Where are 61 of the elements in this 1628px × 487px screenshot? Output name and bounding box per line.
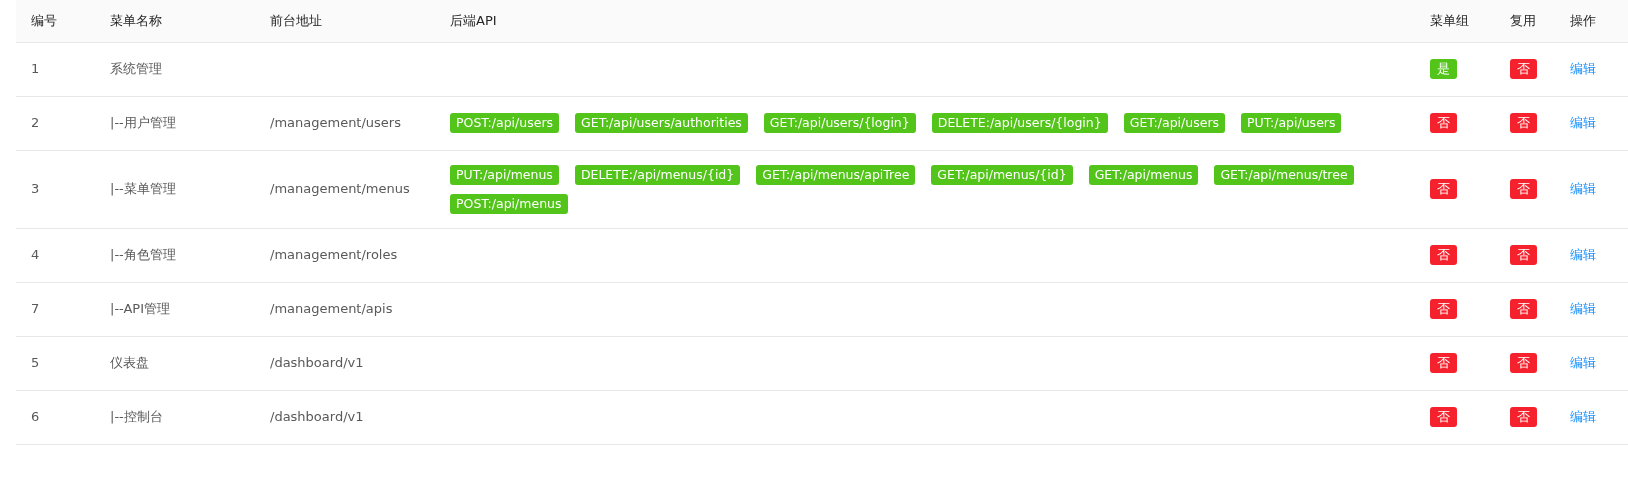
menu-name: |--API管理 <box>110 301 171 317</box>
column-header: 复用 <box>1510 13 1536 28</box>
no-tag: 否 <box>1430 179 1457 199</box>
yes-tag: 是 <box>1430 59 1457 79</box>
no-tag: 否 <box>1430 407 1457 427</box>
route-path: /management/apis <box>270 301 393 317</box>
route-path: /management/menus <box>270 181 410 197</box>
no-tag: 否 <box>1510 299 1537 319</box>
api-tag: GET:/api/users/authorities <box>575 113 748 133</box>
edit-link[interactable]: 编辑 <box>1570 301 1596 317</box>
no-tag: 否 <box>1510 353 1537 373</box>
api-tag: PUT:/api/menus <box>450 164 559 185</box>
column-header: 后端API <box>450 13 497 28</box>
no-tag: 否 <box>1430 353 1457 373</box>
route-path: /dashboard/v1 <box>270 409 364 425</box>
row-number: 6 <box>31 409 40 425</box>
api-tag: POST:/api/users <box>450 113 560 133</box>
no-tag: 否 <box>1430 245 1457 265</box>
route-path: /management/users <box>270 115 401 131</box>
no-tag: 否 <box>1430 113 1457 133</box>
column-header: 编号 <box>31 13 57 28</box>
column-header: 操作 <box>1570 13 1596 28</box>
row-number: 1 <box>31 61 40 77</box>
edit-link[interactable]: 编辑 <box>1570 115 1596 131</box>
api-tag: POST:/api/menus <box>450 193 568 214</box>
no-tag: 否 <box>1510 179 1537 199</box>
no-tag: 否 <box>1510 113 1537 133</box>
column-header: 菜单名称 <box>110 13 162 28</box>
no-tag: 否 <box>1510 245 1537 265</box>
menu-name: |--角色管理 <box>110 247 176 263</box>
api-tag: PUT:/api/users <box>1241 113 1342 133</box>
api-tag: GET:/api/menus/{id} <box>931 164 1073 185</box>
api-tag: GET:/api/menus/apiTree <box>756 164 916 185</box>
menu-name: |--用户管理 <box>110 115 176 131</box>
row-number: 3 <box>31 181 40 197</box>
menu-name: 系统管理 <box>110 61 162 77</box>
edit-link[interactable]: 编辑 <box>1570 181 1596 197</box>
api-tag: GET:/api/menus <box>1088 164 1199 185</box>
menu-name: |--控制台 <box>110 409 163 425</box>
api-tag: GET:/api/menus/tree <box>1214 164 1354 185</box>
no-tag: 否 <box>1510 407 1537 427</box>
api-tag: DELETE:/api/users/{login} <box>931 113 1108 133</box>
edit-link[interactable]: 编辑 <box>1570 409 1596 425</box>
edit-link[interactable]: 编辑 <box>1570 355 1596 371</box>
row-number: 5 <box>31 355 40 371</box>
edit-link[interactable]: 编辑 <box>1570 247 1596 263</box>
edit-link[interactable]: 编辑 <box>1570 61 1596 77</box>
menu-name: |--菜单管理 <box>110 181 176 197</box>
menu-name: 仪表盘 <box>110 355 149 371</box>
no-tag: 否 <box>1430 299 1457 319</box>
api-tag: DELETE:/api/menus/{id} <box>574 164 741 185</box>
row-number: 2 <box>31 115 40 131</box>
route-path: /dashboard/v1 <box>270 355 364 371</box>
no-tag: 否 <box>1510 59 1537 79</box>
column-header: 前台地址 <box>270 13 322 28</box>
row-number: 7 <box>31 301 40 317</box>
row-number: 4 <box>31 247 40 263</box>
api-tag: GET:/api/users <box>1123 113 1226 133</box>
route-path: /management/roles <box>270 247 398 263</box>
api-tag: GET:/api/users/{login} <box>763 113 916 133</box>
column-header: 菜单组 <box>1430 13 1469 28</box>
